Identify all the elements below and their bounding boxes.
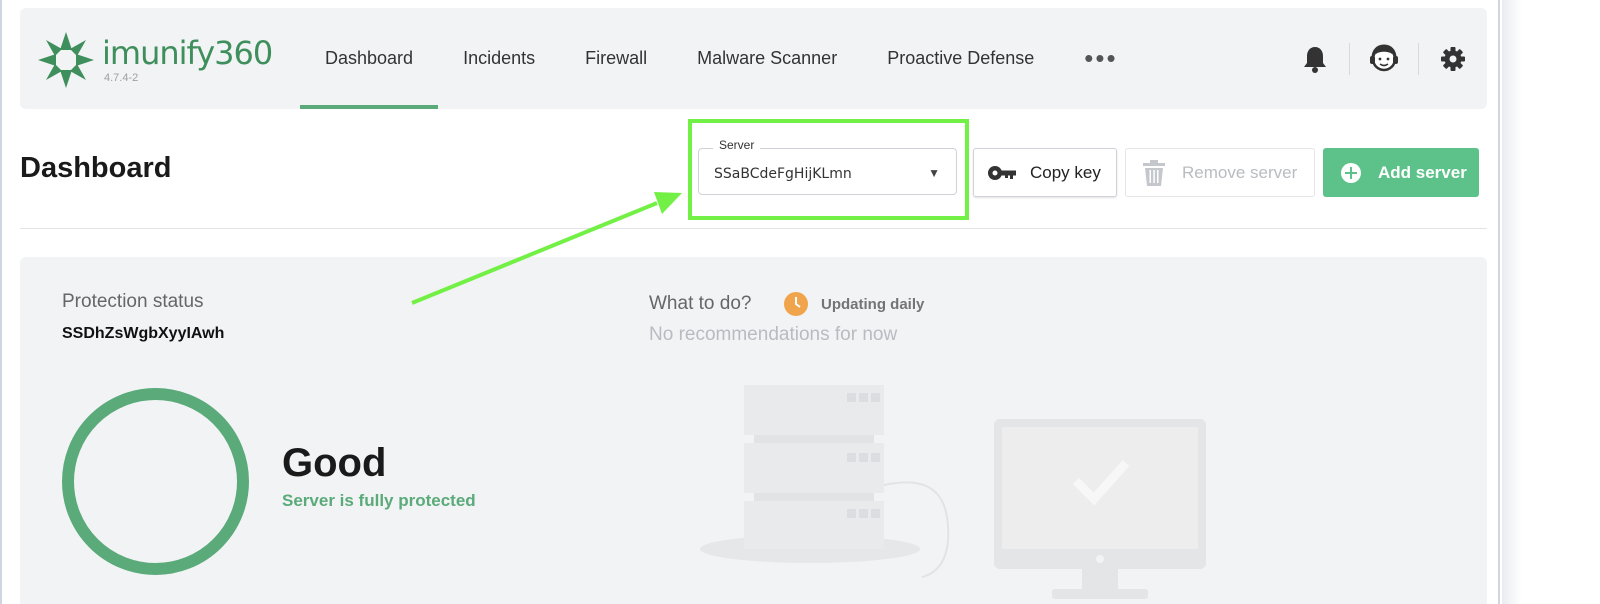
- status-title: Good: [282, 441, 387, 485]
- updating-daily-label: Updating daily: [821, 296, 925, 313]
- server-select-label: Server: [713, 138, 761, 152]
- server-monitor-illustration: [700, 385, 1206, 599]
- recommendations-label: What to do?: [649, 293, 752, 314]
- no-recommendations-text: No recommendations for now: [649, 324, 898, 345]
- clock-icon: [784, 292, 808, 316]
- settings-button[interactable]: [1419, 8, 1487, 109]
- logo[interactable]: imunify360 4.7.4-2: [36, 28, 276, 92]
- nav-item-malware-scanner[interactable]: Malware Scanner: [672, 8, 862, 109]
- app-version: 4.7.4-2: [104, 72, 139, 84]
- copy-key-button[interactable]: Copy key: [973, 148, 1117, 197]
- key-icon: [974, 165, 1030, 181]
- nav-more-button[interactable]: •••: [1059, 8, 1142, 109]
- server-select[interactable]: Server SSaBCdeFgHijKLmn ▼: [698, 138, 957, 195]
- window-edge-shadow: [1502, 0, 1522, 604]
- logo-mark-icon: [38, 32, 94, 88]
- status-ring: [62, 388, 249, 575]
- divider: [20, 228, 1487, 229]
- remove-server-button[interactable]: Remove server: [1125, 148, 1315, 197]
- gear-icon: [1441, 46, 1465, 71]
- support-agent-icon: [1370, 43, 1398, 71]
- add-server-button[interactable]: Add server: [1323, 148, 1479, 197]
- top-header: imunify360 4.7.4-2 Dashboard Incidents F…: [20, 8, 1487, 109]
- copy-key-label: Copy key: [1030, 162, 1101, 182]
- remove-server-label: Remove server: [1182, 162, 1298, 182]
- protection-status-label: Protection status: [62, 291, 204, 312]
- nav-item-proactive-defense[interactable]: Proactive Defense: [862, 8, 1059, 109]
- trash-icon: [1126, 159, 1182, 187]
- protection-server-name: SSDhZsWgbXyyIAwh: [62, 325, 225, 342]
- bell-icon: [1304, 46, 1326, 73]
- add-server-label: Add server: [1378, 162, 1467, 182]
- header-actions: [1281, 8, 1487, 109]
- logo-text: imunify360: [102, 34, 273, 72]
- nav-item-dashboard[interactable]: Dashboard: [300, 8, 439, 109]
- page-title: Dashboard: [20, 152, 172, 184]
- main-nav: Dashboard Incidents Firewall Malware Sca…: [300, 8, 1143, 109]
- caret-down-icon: ▼: [928, 166, 940, 180]
- nav-item-firewall[interactable]: Firewall: [560, 8, 672, 109]
- notifications-button[interactable]: [1281, 8, 1349, 109]
- plus-circle-icon: [1323, 162, 1378, 184]
- support-button[interactable]: [1350, 8, 1418, 109]
- app-window: imunify360 4.7.4-2 Dashboard Incidents F…: [0, 0, 1500, 604]
- status-subtitle: Server is fully protected: [282, 491, 476, 510]
- dashboard-card: Protection status SSDhZsWgbXyyIAwh Good …: [20, 257, 1487, 604]
- server-select-value: SSaBCdeFgHijKLmn: [714, 166, 852, 182]
- nav-item-incidents[interactable]: Incidents: [438, 8, 560, 109]
